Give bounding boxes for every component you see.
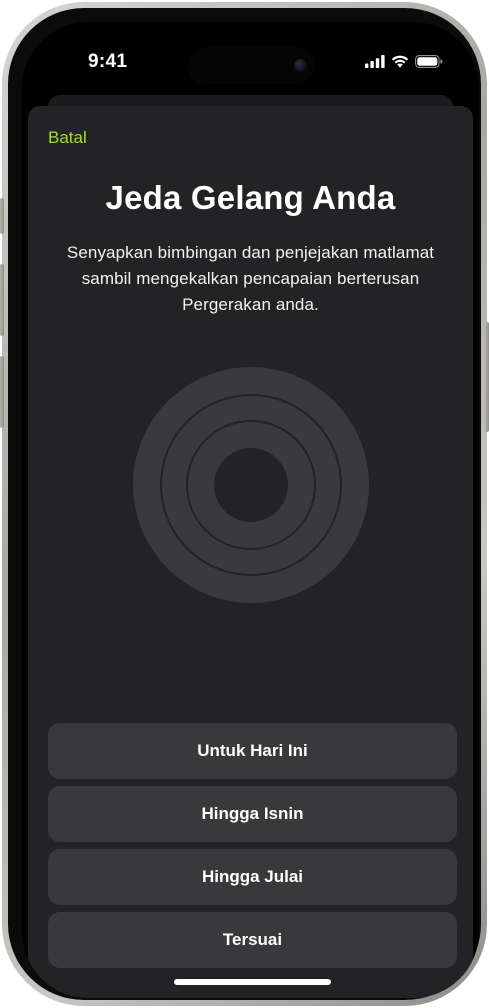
sheet-description: Senyapkan bimbingan dan penjejakan matla… (66, 243, 435, 314)
iphone-frame: 9:41 Batal Jeda Gelang Anda Senyapkan bi… (0, 2, 489, 1006)
action-button (0, 198, 4, 234)
volume-up-button (0, 264, 4, 336)
volume-down-button (0, 356, 4, 428)
option-until-monday-button[interactable]: Hingga Isnin (48, 786, 457, 842)
front-camera-icon (294, 59, 307, 72)
bezel: 9:41 Batal Jeda Gelang Anda Senyapkan bi… (8, 8, 481, 1000)
home-indicator[interactable] (174, 979, 331, 985)
pause-rings-sheet: Batal Jeda Gelang Anda Senyapkan bimbing… (28, 106, 473, 998)
activity-rings-icon (133, 367, 369, 603)
option-until-july-button[interactable]: Hingga Julai (48, 849, 457, 905)
status-time: 9:41 (88, 51, 128, 72)
option-custom-button[interactable]: Tersuai (48, 912, 457, 968)
cancel-button[interactable]: Batal (48, 128, 87, 148)
cellular-signal-icon (365, 54, 385, 68)
screen: 9:41 Batal Jeda Gelang Anda Senyapkan bi… (22, 22, 479, 998)
power-button (485, 322, 489, 432)
sheet-title: Jeda Gelang Anda (105, 179, 396, 216)
battery-icon (415, 54, 443, 68)
wifi-icon (391, 55, 409, 68)
option-today-button[interactable]: Untuk Hari Ini (48, 723, 457, 779)
status-icons (365, 53, 443, 69)
